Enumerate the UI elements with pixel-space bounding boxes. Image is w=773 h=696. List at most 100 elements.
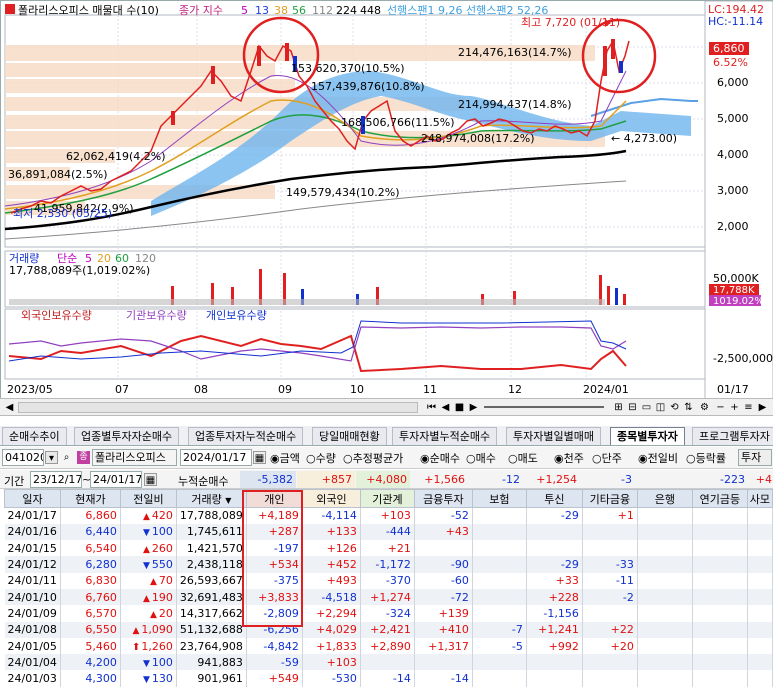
radio-thousand[interactable]: ◉천주 [554, 450, 584, 466]
cell-date: 24/01/09 [4, 605, 61, 622]
cell-etc [582, 670, 638, 687]
calendar-icon[interactable]: ▦ [253, 451, 266, 464]
table-row[interactable]: 24/01/086,5501,09051,132,688-6,256+4,029… [4, 621, 773, 638]
tab-daily-trading[interactable]: 당일매매현황 [312, 427, 387, 445]
table-row[interactable]: 24/01/106,76019032,691,483+3,833-4,518+1… [4, 588, 773, 606]
cell-etc: +20 [582, 637, 638, 655]
table-row[interactable]: 24/01/055,460 1,26023,764,908-4,842+1,833… [4, 637, 773, 655]
cell-trust: +228 [526, 588, 583, 606]
tab-sector-investor-cum[interactable]: 업종투자자누적순매수 [188, 427, 304, 445]
vb-label-5: 248,974,008(17.2%) [421, 132, 535, 145]
radio-single[interactable]: ○단주 [592, 450, 622, 466]
radio-net-buy[interactable]: ◉순매수 [420, 450, 460, 466]
col-other-fin[interactable]: 기타금융 [581, 489, 638, 508]
cell-trust: +33 [526, 572, 583, 589]
sum-other-fin: -3 [581, 471, 635, 488]
period-from-input[interactable]: 23/12/17 [30, 471, 82, 488]
table-row[interactable]: 24/01/176,86042017,788,089+4,189-4,114+1… [4, 507, 773, 524]
col-private[interactable]: 사모 [746, 489, 773, 508]
cell-change: 1,260 [120, 637, 177, 655]
table-row[interactable]: 24/01/044,200 100941,883-59+103 [4, 654, 773, 671]
cell-inst: +21 [360, 540, 415, 557]
table-row[interactable]: 24/01/166,4401001,745,611+287+133-444+43 [4, 523, 773, 541]
code-dropdown-icon[interactable]: ▾ [45, 451, 58, 464]
first-icon[interactable]: ⏮ [425, 401, 438, 414]
date-input[interactable]: 2024/01/17 [180, 449, 252, 466]
radio-buy[interactable]: ○매수 [466, 450, 496, 466]
cell-pe [747, 637, 773, 655]
cell-frg: +493 [302, 572, 361, 589]
period-calendar-icon[interactable]: ▦ [144, 473, 157, 486]
scrollbar-track[interactable] [18, 402, 418, 413]
ma-label: 종가 지수 [179, 4, 223, 17]
col-volume[interactable]: 거래량 ▼ [175, 489, 247, 508]
sum-pension: -223 [694, 471, 748, 488]
cell-frg: -4,114 [302, 507, 361, 524]
down-triangle-icon [143, 525, 152, 538]
tab-sector-investor-net[interactable]: 업종별투자자순매수 [74, 427, 180, 445]
zoom-in-icon[interactable]: + [728, 401, 741, 414]
table-row[interactable]: 24/01/116,8307026,593,667-375+493-370-60… [4, 572, 773, 589]
chart-tool-icon-6[interactable]: ⇅ [682, 401, 695, 414]
table-row[interactable]: 24/01/126,2805502,438,118+534+452-1,172-… [4, 556, 773, 573]
change-value: 550 [151, 558, 173, 572]
col-foreign[interactable]: 외국인 [301, 489, 361, 508]
tab-investor-cum-net[interactable]: 투자자별누적순매수 [392, 427, 498, 445]
tab-stock-investor[interactable]: 종목별투자자 [610, 427, 685, 445]
vol-tick: 50,000K [713, 272, 759, 285]
cell-trust: +992 [526, 637, 583, 655]
table-row[interactable]: 24/01/034,300130901,961+549-530-14-14 [4, 670, 773, 687]
chart-tool-icon-2[interactable]: ⊟ [626, 401, 639, 414]
col-date[interactable]: 일자 [4, 489, 61, 508]
cell-price: 6,550 [60, 621, 121, 638]
cell-fin: -72 [414, 588, 473, 606]
col-trust[interactable]: 투신 [525, 489, 583, 508]
col-insurance[interactable]: 보험 [471, 489, 527, 508]
col-fin-invest[interactable]: 금융투자 [413, 489, 473, 508]
col-price[interactable]: 현재가 [59, 489, 121, 508]
table-row[interactable]: 24/01/156,5402601,421,570-197+126+21 [4, 540, 773, 557]
col-bank[interactable]: 은행 [636, 489, 693, 508]
tab-program-investor[interactable]: 프로그램투자자 [692, 427, 773, 445]
cell-frg: +133 [302, 523, 361, 541]
cell-change: 100 [120, 523, 177, 541]
sum-insurance: -12 [469, 471, 523, 488]
zoom-reset-icon[interactable]: ≡ [742, 401, 755, 414]
next-icon[interactable]: ▶ [467, 401, 480, 414]
vol-tag: 17,788K [713, 285, 755, 296]
stop-icon[interactable]: ■ [453, 401, 466, 414]
stock-code-input[interactable]: 041020 [2, 449, 44, 466]
scroll-right-icon[interactable]: ▶ [756, 401, 769, 414]
table-row[interactable]: 24/01/096,5702014,317,662-2,809+2,294-32… [4, 605, 773, 622]
up-triangle-icon [150, 607, 159, 620]
chart-tool-icon-1[interactable]: ⊞ [612, 401, 625, 414]
vb-label-1: 153,620,370(10.5%) [291, 62, 405, 75]
search-icon[interactable]: ⌕ [60, 451, 73, 464]
chart-tool-icon-4[interactable]: ◫ [654, 401, 667, 414]
tab-investor-daily[interactable]: 투자자별일별매매 [506, 427, 601, 445]
chart-tool-icon-3[interactable]: ▭ [640, 401, 653, 414]
chart-tool-icon-5[interactable]: ⟲ [668, 401, 681, 414]
zoom-slider[interactable] [484, 406, 604, 408]
radio-change-rate[interactable]: ○등락률 [686, 450, 726, 466]
scroll-left-icon[interactable]: ◀ [3, 401, 16, 414]
col-change[interactable]: 전일비 [119, 489, 177, 508]
col-pension[interactable]: 연기금등 [691, 489, 748, 508]
period-to-input[interactable]: 24/01/17 [90, 471, 142, 488]
cell-inst: -324 [360, 605, 415, 622]
radio-amount[interactable]: ◉금액 [270, 450, 300, 466]
radio-prev-diff[interactable]: ◉전일비 [638, 450, 678, 466]
cell-frg: -4,518 [302, 588, 361, 606]
investor-button[interactable]: 투자 [738, 449, 772, 466]
prev-icon[interactable]: ◀ [439, 401, 452, 414]
zoom-out-icon[interactable]: − [714, 401, 727, 414]
tab-net-buy-trend[interactable]: 순매수추이 [2, 427, 67, 445]
cell-pe [747, 654, 773, 671]
stock-chart[interactable]: 폴라리스오피스 매물대 수(10) 종가 지수 5 13 38 56 112 2… [0, 0, 773, 400]
radio-avg-price[interactable]: ○추정평균가 [343, 450, 403, 466]
radio-sell[interactable]: ○매도 [508, 450, 538, 466]
settings-gear-icon[interactable]: ⚙ [698, 401, 711, 414]
radio-quantity[interactable]: ○수량 [306, 450, 336, 466]
col-institution[interactable]: 기관계 [359, 489, 415, 508]
x-axis-ticks: 2023/05 07 08 09 10 11 12 2024/01 [7, 383, 629, 396]
